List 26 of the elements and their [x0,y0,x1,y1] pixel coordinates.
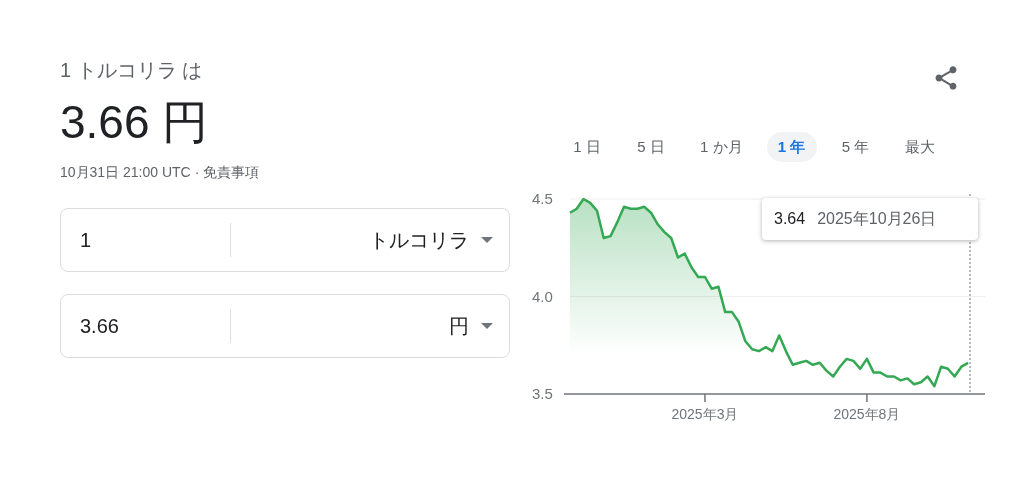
caret-icon [481,237,493,243]
timestamp: 10月31日 21:00 UTC [60,163,191,182]
axis-label: 2025年3月 [671,406,739,422]
axis-label: 3.5 [532,385,553,402]
axis-tick [704,393,706,403]
currency-dropdown[interactable]: トルコリラ [231,225,509,255]
caret-icon [481,323,493,329]
axis-label: 4.0 [532,287,553,305]
amount-field[interactable]: 1 [61,223,231,257]
range-tab[interactable]: 5 日 [626,132,676,162]
disclaimer-link[interactable]: 免責事項 [203,162,260,183]
range-tab[interactable]: 5 年 [830,132,881,162]
rate-value: 3.66 円 [60,95,210,150]
range-tab[interactable]: 最大 [894,132,945,162]
range-tab[interactable]: 1 年 [766,132,817,162]
amount-field[interactable]: 3.66 [61,309,231,343]
separator-dot: · [194,163,200,182]
axis-label: 2025年8月 [833,406,901,422]
range-tab[interactable]: 1 日 [562,132,612,162]
currency-label: 1 トルコリラ は [60,58,204,83]
range-tab[interactable]: 1 か月 [690,132,753,162]
currency-dropdown[interactable]: 円 [231,311,509,341]
axis-tick [866,393,868,403]
tooltip-date: 2025年10月26日 [817,209,937,229]
axis-label: 4.5 [532,190,553,207]
tooltip-value: 3.64 [774,209,806,229]
